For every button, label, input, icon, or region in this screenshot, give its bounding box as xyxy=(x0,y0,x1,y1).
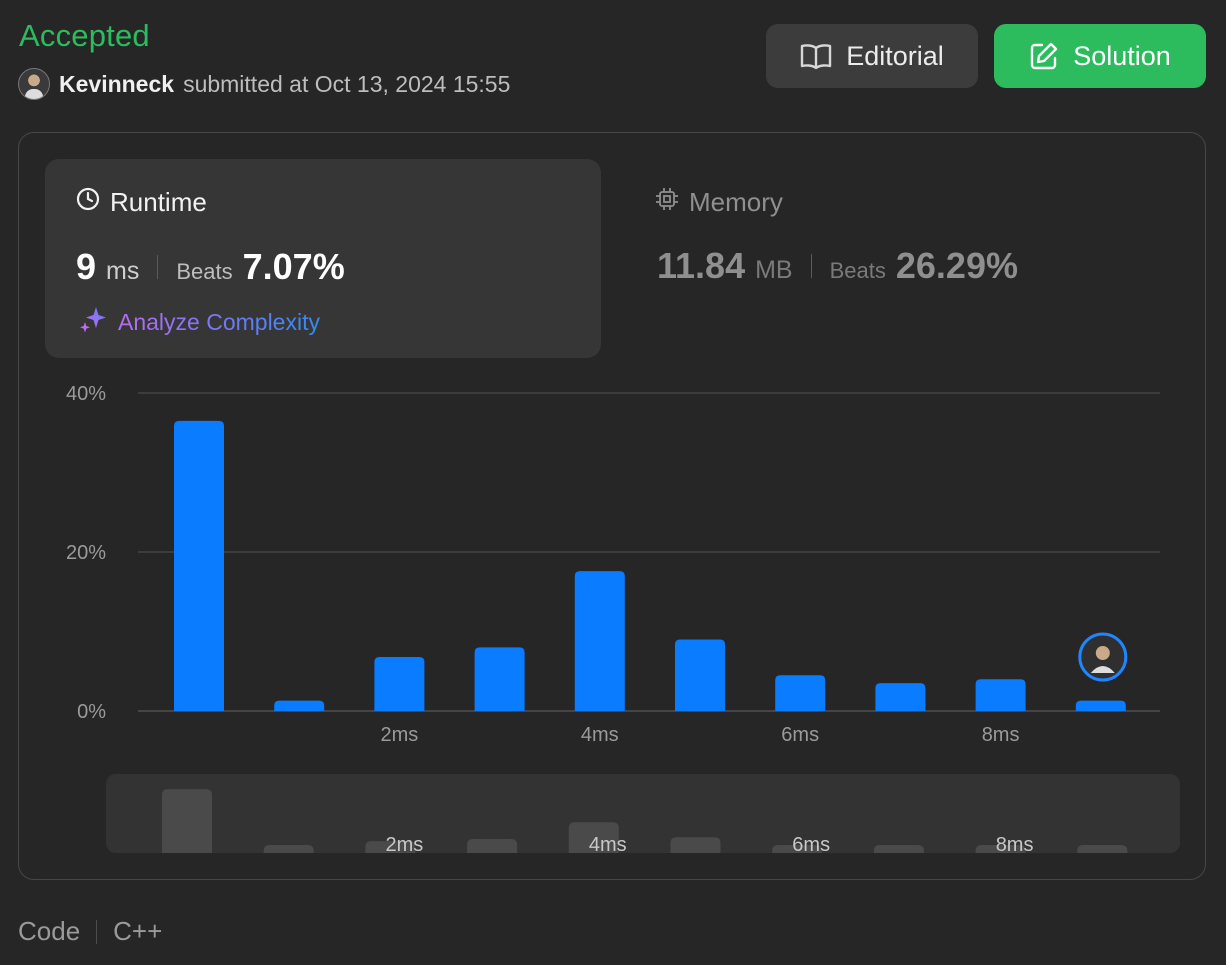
code-footer: Code C++ xyxy=(18,916,162,947)
preview-bar xyxy=(670,837,721,853)
chart-bar[interactable] xyxy=(274,700,325,711)
preview-tick-label: 4ms xyxy=(589,834,627,856)
user-marker-avatar xyxy=(1095,646,1110,660)
footer-divider xyxy=(96,919,98,944)
preview-tick-label: 2ms xyxy=(386,834,424,856)
x-tick-label: 2ms xyxy=(381,724,419,746)
preview-tick-label: 8ms xyxy=(996,834,1034,856)
code-language[interactable]: C++ xyxy=(113,916,162,947)
preview-bar xyxy=(467,839,518,853)
chart-bar[interactable] xyxy=(174,420,224,711)
chart-bar[interactable] xyxy=(875,683,926,711)
runtime-distribution-chart: 40% 20% 0% 2ms 4ms 6ms 8ms 2ms 4ms 6ms 8ms xyxy=(66,383,1180,856)
preview-bar xyxy=(263,845,314,853)
code-label: Code xyxy=(18,916,81,946)
chart-bar[interactable] xyxy=(975,679,1026,711)
chart-bar[interactable] xyxy=(574,571,625,711)
chart-bar[interactable] xyxy=(374,656,425,711)
preview-bar xyxy=(873,845,924,853)
preview-bar xyxy=(1077,845,1128,853)
x-tick-label: 6ms xyxy=(781,724,819,746)
chart-bar[interactable] xyxy=(675,639,725,711)
x-tick-label: 8ms xyxy=(982,724,1020,746)
preview-tick-label: 6ms xyxy=(792,834,830,856)
preview-bar xyxy=(162,789,212,853)
y-tick-label: 40% xyxy=(66,383,106,405)
chart-bar[interactable] xyxy=(775,675,826,711)
y-tick-label: 0% xyxy=(77,701,106,723)
x-tick-label: 4ms xyxy=(581,724,619,746)
chart-bar[interactable] xyxy=(1075,700,1126,711)
y-tick-label: 20% xyxy=(66,542,106,564)
chart-bar[interactable] xyxy=(474,647,525,711)
